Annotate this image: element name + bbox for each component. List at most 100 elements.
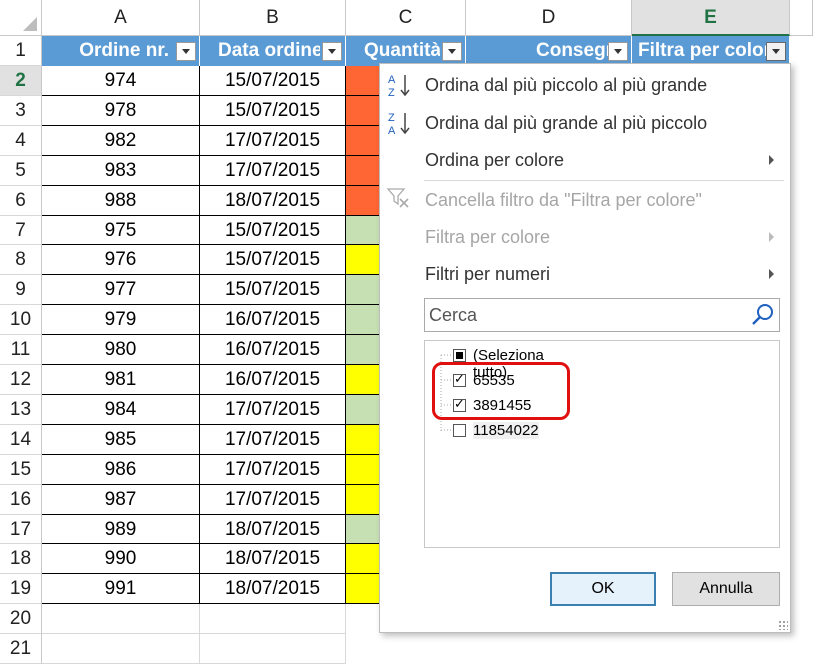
row-header[interactable]: 14 — [0, 425, 42, 455]
cancel-button[interactable]: Annulla — [672, 572, 780, 606]
column-header-d[interactable]: D — [466, 0, 632, 36]
cell-data[interactable]: 18/07/2015 — [200, 186, 346, 216]
cell-b21[interactable] — [200, 634, 346, 664]
cell-ordine[interactable]: 984 — [42, 395, 200, 425]
cell-data[interactable]: 15/07/2015 — [200, 275, 346, 305]
svg-text:A: A — [388, 125, 396, 136]
cell-ordine[interactable]: 983 — [42, 156, 200, 186]
cell-ordine[interactable]: 980 — [42, 335, 200, 365]
row-header[interactable]: 11 — [0, 335, 42, 365]
row-header[interactable]: 9 — [0, 275, 42, 305]
menu-sort-ascending[interactable]: A Z Ordina dal più piccolo al più grande — [380, 69, 790, 101]
column-header-c[interactable]: C — [346, 0, 466, 36]
ok-button[interactable]: OK — [550, 572, 656, 606]
search-placeholder: Cerca — [429, 305, 478, 325]
cell-data[interactable]: 18/07/2015 — [200, 574, 346, 604]
cell-data[interactable]: 16/07/2015 — [200, 305, 346, 335]
header-quantita-label: Quantità — [364, 40, 440, 61]
cell-data[interactable]: 16/07/2015 — [200, 365, 346, 395]
header-consegna: Consegna — [466, 36, 632, 66]
row-header[interactable]: 6 — [0, 186, 42, 216]
row-header[interactable]: 10 — [0, 305, 42, 335]
row-header[interactable]: 7 — [0, 216, 42, 245]
filter-dropdown-b[interactable] — [322, 42, 342, 61]
search-input[interactable]: Cerca — [424, 298, 780, 332]
menu-number-filters[interactable]: Filtri per numeri — [380, 258, 790, 290]
search-icon — [752, 304, 773, 325]
cell-ordine[interactable]: 976 — [42, 245, 200, 275]
row-header[interactable]: 5 — [0, 156, 42, 186]
sort-az-icon: A Z — [388, 74, 410, 98]
cell-a20[interactable] — [42, 604, 200, 634]
cell-ordine[interactable]: 978 — [42, 96, 200, 126]
cell-data[interactable]: 18/07/2015 — [200, 544, 346, 574]
row-header[interactable]: 3 — [0, 96, 42, 126]
menu-sort-by-color[interactable]: Ordina per colore — [380, 144, 790, 176]
cell-ordine[interactable]: 986 — [42, 455, 200, 485]
row-header[interactable]: 19 — [0, 574, 42, 604]
row-header-1[interactable]: 1 — [0, 36, 42, 66]
row-header[interactable]: 4 — [0, 126, 42, 156]
filter-dropdown-c[interactable] — [442, 42, 462, 61]
cell-data[interactable]: 15/07/2015 — [200, 66, 346, 96]
cell-ordine[interactable]: 974 — [42, 66, 200, 96]
cell-data[interactable]: 17/07/2015 — [200, 156, 346, 186]
cell-data[interactable]: 17/07/2015 — [200, 455, 346, 485]
select-all-checkbox[interactable] — [453, 349, 466, 362]
cell-data[interactable]: 18/07/2015 — [200, 515, 346, 544]
cell-data[interactable]: 17/07/2015 — [200, 395, 346, 425]
cell-data[interactable]: 15/07/2015 — [200, 216, 346, 245]
row-header[interactable]: 13 — [0, 395, 42, 425]
cell-data[interactable]: 17/07/2015 — [200, 485, 346, 515]
cell-ordine[interactable]: 991 — [42, 574, 200, 604]
menu-filter-by-color[interactable]: Filtra per colore — [380, 221, 790, 253]
header-quantita: Quantità — [346, 36, 466, 66]
header-filtra-label: Filtra per colore — [638, 40, 766, 61]
cell-b20[interactable] — [200, 604, 346, 634]
row-header[interactable]: 18 — [0, 544, 42, 574]
svg-text:Z: Z — [388, 112, 395, 124]
select-all-corner[interactable] — [0, 0, 42, 36]
cell-data[interactable]: 15/07/2015 — [200, 96, 346, 126]
cell-ordine[interactable]: 979 — [42, 305, 200, 335]
column-header-a[interactable]: A — [42, 0, 200, 36]
cell-ordine[interactable]: 990 — [42, 544, 200, 574]
menu-clear-filter[interactable]: Cancella filtro da "Filtra per colore" — [380, 184, 790, 216]
cell-ordine[interactable]: 987 — [42, 485, 200, 515]
cell-ordine[interactable]: 977 — [42, 275, 200, 305]
cell-data[interactable]: 17/07/2015 — [200, 425, 346, 455]
cell-ordine[interactable]: 982 — [42, 126, 200, 156]
clear-filter-icon — [386, 188, 409, 208]
filter-dropdown-d[interactable] — [608, 42, 628, 61]
row-header[interactable]: 2 — [0, 66, 42, 96]
menu-filter-by-color-label: Filtra per colore — [425, 227, 551, 247]
row-header[interactable]: 17 — [0, 515, 42, 544]
cell-ordine[interactable]: 989 — [42, 515, 200, 544]
column-header-b[interactable]: B — [200, 0, 346, 36]
cell-data[interactable]: 15/07/2015 — [200, 245, 346, 275]
cell-ordine[interactable]: 981 — [42, 365, 200, 395]
checkbox-11854022[interactable] — [453, 424, 466, 437]
cell-ordine[interactable]: 988 — [42, 186, 200, 216]
row-header[interactable]: 16 — [0, 485, 42, 515]
filter-dropdown-a[interactable] — [176, 42, 196, 61]
submenu-arrow-icon — [769, 232, 774, 242]
filter-dropdown-e[interactable] — [766, 42, 786, 61]
menu-sort-descending[interactable]: Z A Ordina dal più grande al più piccolo — [380, 107, 790, 139]
svg-text:A: A — [388, 74, 396, 86]
svg-text:Z: Z — [388, 87, 395, 98]
resize-grip-icon[interactable] — [778, 620, 788, 630]
cell-data[interactable]: 16/07/2015 — [200, 335, 346, 365]
cell-data[interactable]: 17/07/2015 — [200, 126, 346, 156]
row-header[interactable]: 15 — [0, 455, 42, 485]
column-header-f[interactable] — [790, 0, 813, 36]
row-header[interactable]: 8 — [0, 245, 42, 275]
column-header-e[interactable]: E — [632, 0, 790, 36]
cell-a21[interactable] — [42, 634, 200, 664]
row-header[interactable]: 12 — [0, 365, 42, 395]
row-header-20[interactable]: 20 — [0, 604, 42, 634]
row-header-21[interactable]: 21 — [0, 634, 42, 664]
header-ordine: Ordine nr. — [42, 36, 200, 66]
cell-ordine[interactable]: 985 — [42, 425, 200, 455]
cell-ordine[interactable]: 975 — [42, 216, 200, 245]
